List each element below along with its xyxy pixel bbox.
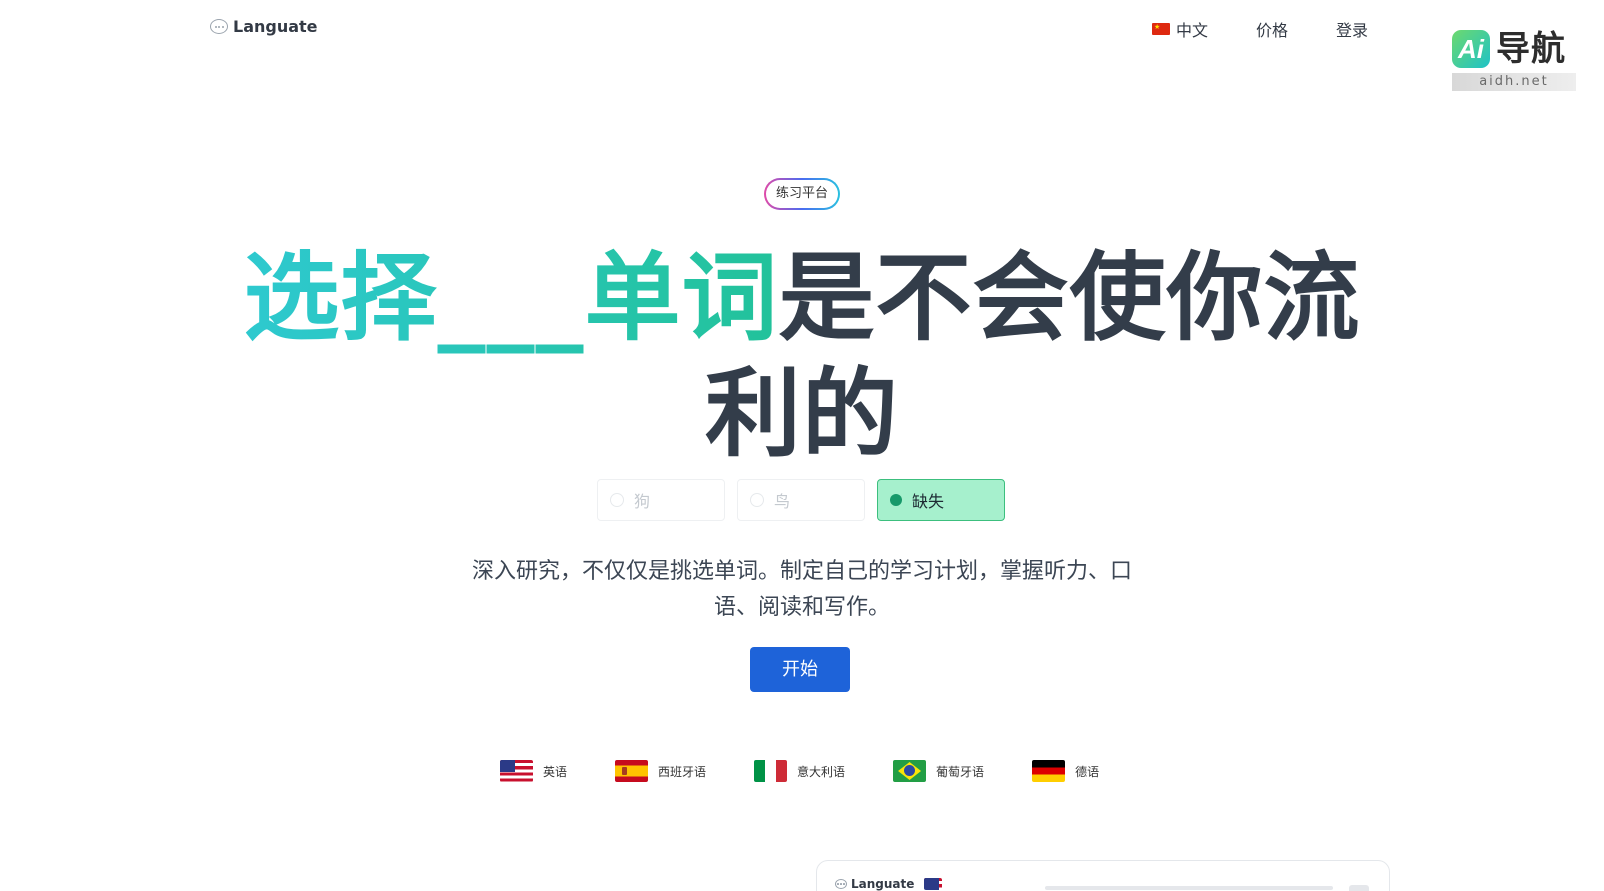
headline-rest: 是不会使你流利的 xyxy=(705,242,1361,470)
preview-brand-name: Languate xyxy=(851,877,915,891)
hero-headline: 选择___单词是不会使你流利的 xyxy=(200,240,1404,472)
top-nav: 中文 价格 登录 xyxy=(1151,17,1368,41)
china-flag-icon xyxy=(1151,23,1170,35)
chat-bubble-icon xyxy=(210,19,228,34)
chat-bubble-icon xyxy=(835,879,847,889)
language-switcher[interactable]: 中文 xyxy=(1151,17,1208,41)
language-label: 西班牙语 xyxy=(658,764,707,779)
nav-login-link[interactable]: 登录 xyxy=(1336,17,1368,41)
radio-icon xyxy=(610,493,624,507)
language-switcher-label: 中文 xyxy=(1175,21,1208,40)
language-label: 德语 xyxy=(1075,764,1100,779)
brand-name: Languate xyxy=(233,17,318,36)
language-spanish[interactable]: 西班牙语 xyxy=(615,760,706,782)
language-italian[interactable]: 意大利语 xyxy=(754,760,845,782)
option-missing-selected[interactable]: 缺失 xyxy=(877,479,1005,521)
watermark-title: 导航 xyxy=(1496,29,1566,69)
radio-selected-icon xyxy=(890,494,902,506)
preview-progress-bar xyxy=(1045,886,1333,890)
watermark-ai-logo: Ai xyxy=(1452,30,1490,68)
language-label: 英语 xyxy=(543,764,568,779)
brand-logo[interactable]: Languate xyxy=(210,17,318,36)
preview-button xyxy=(1349,885,1369,891)
option-label: 狗 xyxy=(634,492,651,511)
language-label: 意大利语 xyxy=(797,764,846,779)
watermark-url: aidh.net xyxy=(1452,73,1576,91)
germany-flag-icon xyxy=(1032,760,1066,782)
app-preview-card: Languate xyxy=(816,860,1390,891)
aidh-watermark: Ai 导航 aidh.net xyxy=(1452,30,1576,92)
language-german[interactable]: 德语 xyxy=(1032,760,1099,782)
answer-options: 狗 鸟 缺失 xyxy=(597,479,1005,521)
us-flag-icon xyxy=(924,878,943,890)
badge-label: 练习平台 xyxy=(766,180,838,208)
spain-flag-icon xyxy=(615,760,649,782)
language-english[interactable]: 英语 xyxy=(500,760,567,782)
option-label: 缺失 xyxy=(912,492,945,511)
italy-flag-icon xyxy=(754,760,788,782)
language-label: 葡萄牙语 xyxy=(936,764,985,779)
practice-platform-badge: 练习平台 xyxy=(764,178,840,210)
nav-pricing-link[interactable]: 价格 xyxy=(1256,17,1288,41)
option-dog[interactable]: 狗 xyxy=(597,479,725,521)
language-portuguese[interactable]: 葡萄牙语 xyxy=(893,760,984,782)
preview-brand: Languate xyxy=(835,877,943,891)
hero-description: 深入研究，不仅仅是挑选单词。制定自己的学习计划，掌握听力、口语、阅读和写作。 xyxy=(471,559,1132,620)
us-flag-icon xyxy=(500,760,533,782)
radio-icon xyxy=(750,493,764,507)
language-list: 英语 西班牙语 意大利语 葡萄牙语 德语 xyxy=(500,760,1099,782)
start-button[interactable]: 开始 xyxy=(750,647,850,692)
option-bird[interactable]: 鸟 xyxy=(737,479,865,521)
option-label: 鸟 xyxy=(774,492,791,511)
headline-accent: 选择___单词 xyxy=(243,242,779,354)
brazil-flag-icon xyxy=(893,760,927,782)
